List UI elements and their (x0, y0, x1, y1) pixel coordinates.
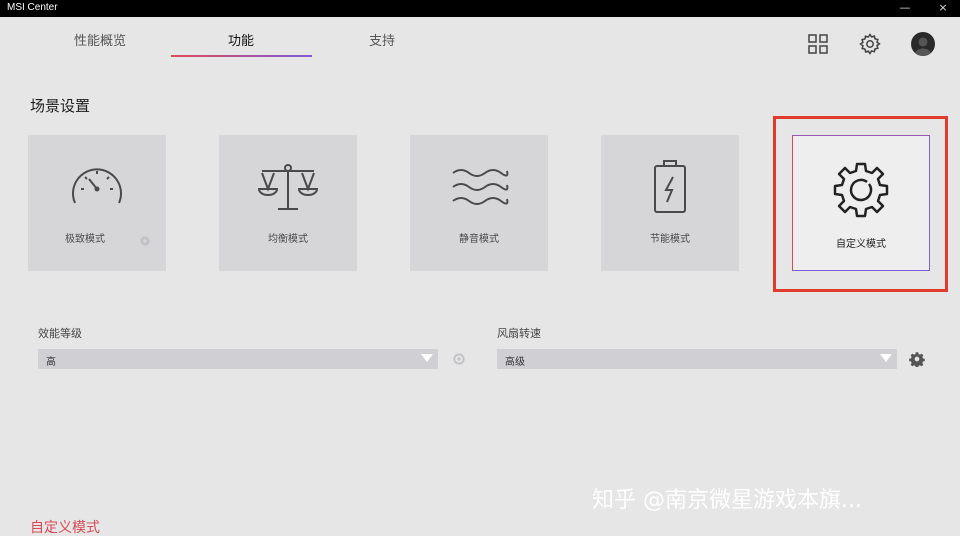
fan-speed-label: 风扇转速 (497, 327, 541, 340)
waves-icon (452, 169, 509, 205)
mode-card-silent[interactable]: 静音模式 (410, 135, 548, 271)
mode-card-balanced[interactable]: 均衡模式 (219, 135, 357, 271)
active-tab-underline (171, 55, 312, 57)
mode-card-extreme[interactable]: 极致模式 (28, 135, 166, 271)
fan-speed-dropdown[interactable]: 高级 (497, 349, 897, 369)
title-bar: MSI Center — × (0, 0, 960, 17)
current-mode-text: 自定义模式 (30, 520, 100, 536)
avatar[interactable] (911, 32, 935, 56)
chevron-down-icon (421, 354, 433, 362)
performance-level-dropdown[interactable]: 高 (38, 349, 438, 369)
mode-card-eco[interactable]: 节能模式 (601, 135, 739, 271)
speedometer-icon (72, 168, 122, 204)
minimize-button[interactable]: — (898, 1, 912, 15)
mode-label-eco: 节能模式 (650, 234, 690, 245)
fan-settings-gear-icon[interactable] (909, 351, 925, 367)
mode-label-extreme: 极致模式 (65, 234, 105, 245)
app-title: MSI Center (7, 2, 58, 13)
grid-icon[interactable] (806, 32, 830, 56)
performance-level-value: 高 (46, 357, 56, 368)
fan-speed-value: 高级 (505, 357, 525, 368)
user-silhouette-icon (915, 37, 931, 56)
close-button[interactable]: × (936, 1, 950, 15)
tab-performance-overview[interactable]: 性能概览 (60, 32, 140, 58)
battery-charging-icon (654, 160, 686, 213)
mode-label-balanced: 均衡模式 (268, 234, 308, 245)
mode-label-silent: 静音模式 (459, 234, 499, 245)
mode-settings-gear-icon[interactable] (138, 234, 152, 248)
selection-highlight-box (773, 116, 948, 292)
performance-level-label: 效能等级 (38, 327, 82, 340)
settings-gear-icon[interactable] (858, 32, 882, 56)
performance-gear-icon[interactable] (451, 351, 467, 367)
balance-scale-icon (257, 164, 319, 210)
section-title: 场景设置 (30, 97, 91, 115)
tab-support[interactable]: 支持 (342, 32, 422, 58)
watermark-text: 知乎 @南京微星游戏本旗... (592, 488, 862, 513)
chevron-down-icon (880, 354, 892, 362)
